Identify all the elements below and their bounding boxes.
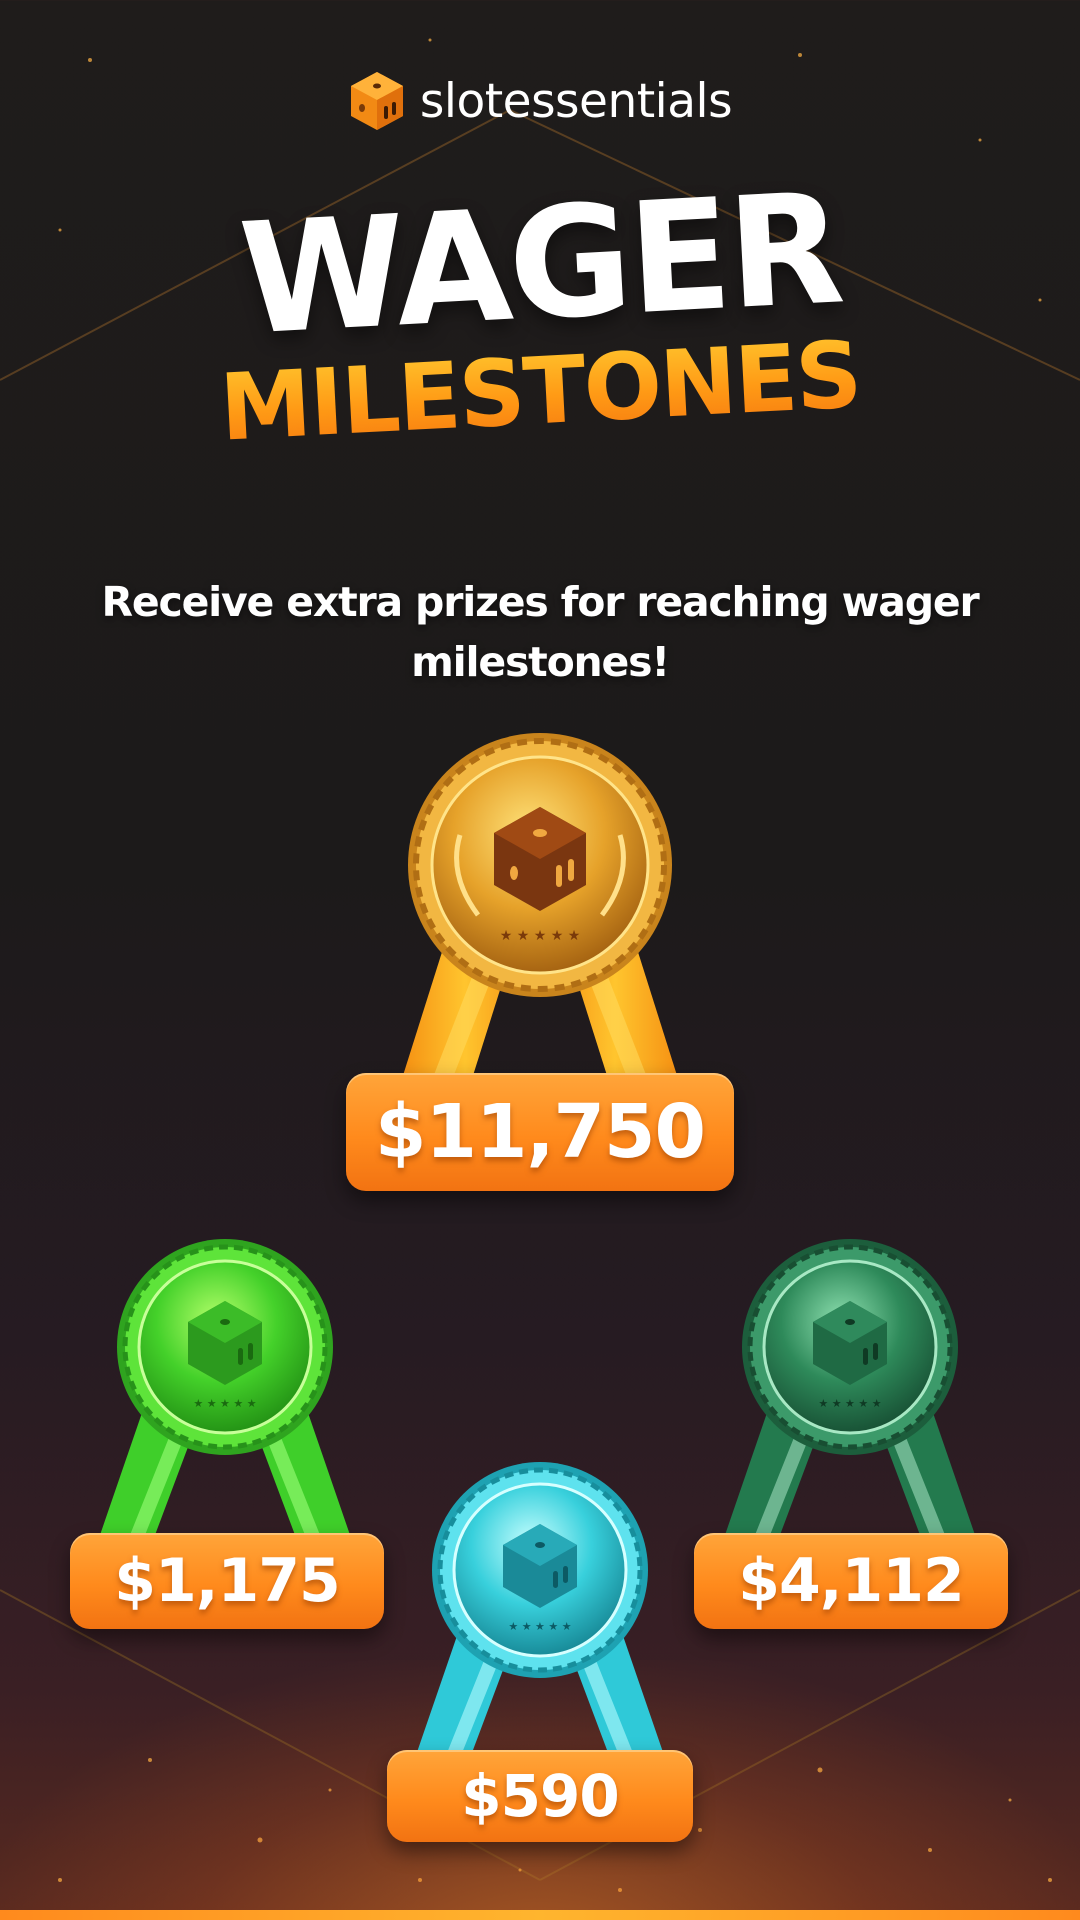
green-medal: ★ ★ ★ ★ ★ [100,1235,350,1535]
svg-text:★ ★ ★ ★ ★: ★ ★ ★ ★ ★ [508,1620,571,1633]
dark-green-medal-icon: ★ ★ ★ ★ ★ [725,1239,975,1535]
gold-medal: ★ ★ ★ ★ ★ [390,725,690,1085]
gold-medal-icon: ★ ★ ★ ★ ★ [400,733,680,1085]
prize-badge-cyan: $590 [387,1750,693,1842]
cyan-medal: ★ ★ ★ ★ ★ [415,1458,665,1758]
svg-text:★ ★ ★ ★ ★: ★ ★ ★ ★ ★ [500,928,581,944]
svg-text:★ ★ ★ ★ ★: ★ ★ ★ ★ ★ [193,1397,256,1410]
bottom-accent-bar [0,1910,1080,1920]
page-title: WAGER MILESTONES [0,161,1080,462]
dark-green-medal: ★ ★ ★ ★ ★ [725,1235,975,1535]
dice-cube-icon [350,72,403,130]
prize-badge-gold: $11,750 [346,1073,734,1191]
prize-badge-green: $1,175 [70,1533,384,1629]
cyan-medal-icon: ★ ★ ★ ★ ★ [415,1462,665,1758]
subtitle: Receive extra prizes for reaching wager … [101,578,979,686]
green-medal-icon: ★ ★ ★ ★ ★ [100,1239,350,1535]
brand-logo: slotessentials [0,68,1080,134]
svg-text:★ ★ ★ ★ ★: ★ ★ ★ ★ ★ [818,1397,881,1410]
prize-badge-dark-green: $4,112 [694,1533,1008,1629]
brand-name: slotessentials [419,73,733,129]
